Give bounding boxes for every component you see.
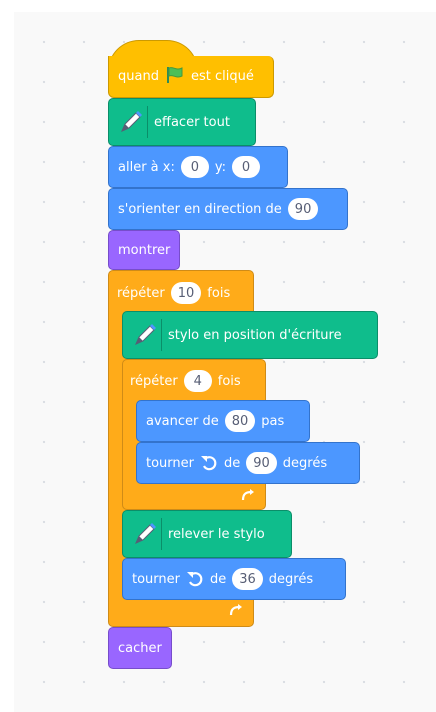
pen-up-label: relever le stylo (168, 526, 265, 542)
repeat-outer-label: répéter (117, 285, 165, 301)
point-direction-block[interactable]: s'orienter en direction de 90 (108, 188, 348, 230)
clicked-label: est cliqué (190, 69, 254, 84)
repeat-outer-times-input[interactable]: 10 (170, 282, 202, 304)
show-block[interactable]: montrer (108, 230, 180, 270)
degrees-input[interactable]: 90 (246, 452, 277, 474)
loop-arrow-icon (228, 602, 244, 622)
move-steps-block[interactable]: avancer de 80 pas (136, 400, 310, 442)
turn-suffix: degrés (268, 571, 314, 587)
rotate-left-icon (200, 454, 218, 472)
pen-up-block[interactable]: relever le stylo (122, 510, 292, 558)
clear-label: effacer tout (154, 114, 230, 130)
point-label: s'orienter en direction de (118, 201, 282, 217)
repeat-inner-label: répéter (130, 373, 178, 389)
rotate-left-icon (186, 570, 204, 588)
degrees-input[interactable]: 36 (232, 568, 263, 590)
green-flag-icon (165, 66, 185, 88)
hide-block[interactable]: cacher (108, 627, 172, 669)
turn-left-block[interactable]: tourner de 90 degrés (136, 442, 360, 484)
turn-suffix: degrés (282, 455, 328, 471)
clear-block[interactable]: effacer tout (108, 98, 256, 146)
move-suffix: pas (261, 413, 285, 429)
y-input[interactable]: 0 (231, 156, 260, 178)
turn-left-block[interactable]: tourner de 36 degrés (122, 558, 346, 600)
show-label: montrer (118, 242, 171, 258)
turn-label: tourner (132, 571, 180, 587)
hide-label: cacher (118, 640, 162, 656)
repeat-outer-suffix: fois (207, 285, 231, 301)
goto-xy-block[interactable]: aller à x: 0 y: 0 (108, 146, 288, 188)
when-flag-clicked-block[interactable]: quand est cliqué (108, 56, 274, 98)
pen-down-label: stylo en position d'écriture (168, 327, 342, 343)
steps-input[interactable]: 80 (224, 410, 256, 432)
pen-down-block[interactable]: stylo en position d'écriture (122, 311, 378, 359)
turn-label: tourner (146, 455, 194, 471)
y-label: y: (214, 159, 226, 175)
repeat-inner-header: répéter 4 fois (130, 368, 247, 394)
pen-extension-icon (115, 106, 148, 138)
turn-de-label: de (224, 455, 241, 471)
move-label: avancer de (146, 413, 219, 429)
pen-extension-icon (129, 518, 162, 550)
repeat-outer-header: répéter 10 fois (117, 280, 236, 306)
turn-de-label: de (210, 571, 227, 587)
pen-extension-icon (129, 319, 162, 351)
x-input[interactable]: 0 (180, 156, 209, 178)
repeat-inner-suffix: fois (217, 373, 241, 389)
repeat-inner-times-input[interactable]: 4 (183, 370, 212, 392)
goto-label: aller à x: (118, 159, 175, 175)
direction-input[interactable]: 90 (287, 198, 319, 220)
when-label: quand (118, 69, 159, 84)
loop-arrow-icon (240, 487, 256, 507)
